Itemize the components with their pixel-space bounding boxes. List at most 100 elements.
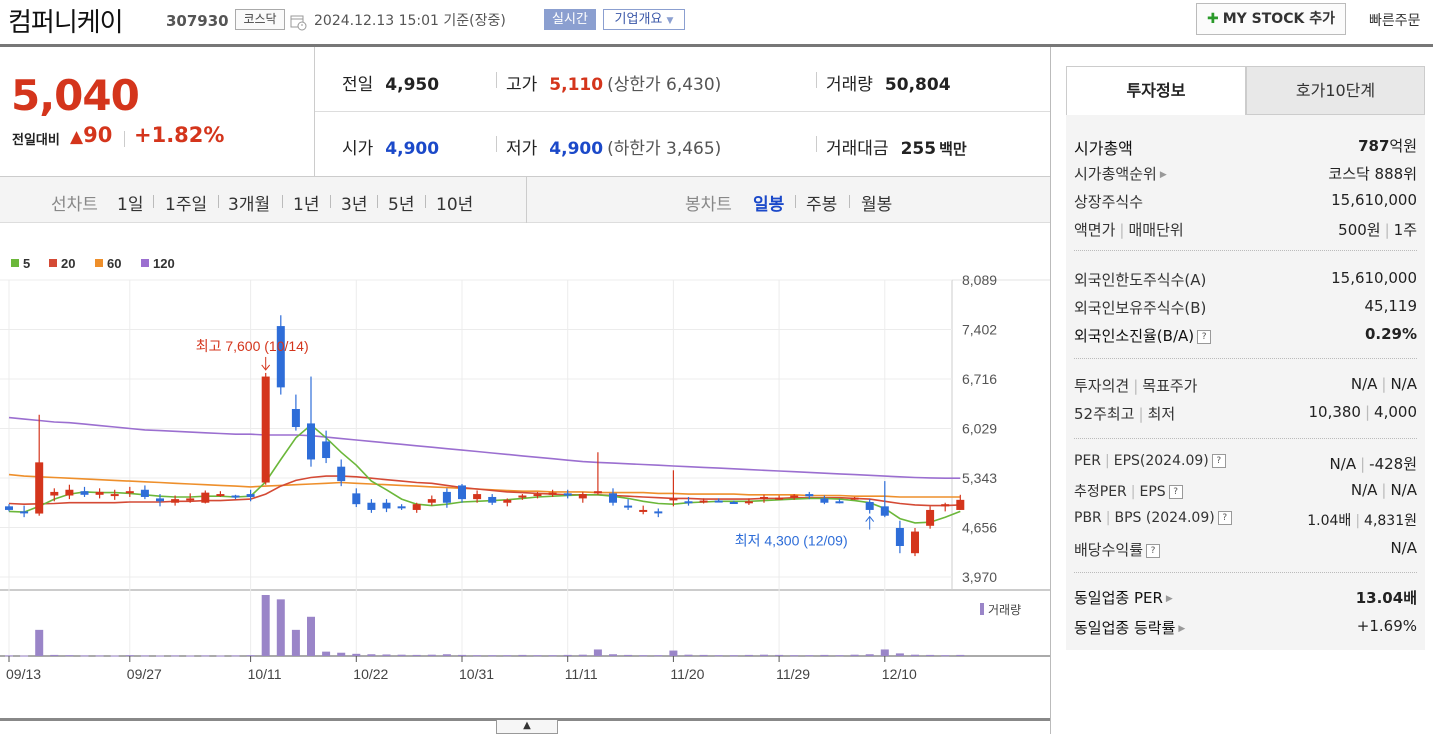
current-price: 5,040 [11, 71, 140, 120]
face-value-row: 액면가 | 매매단위 500원 | 1주 [1074, 221, 1417, 239]
candle-body [744, 501, 753, 504]
candle-body [307, 423, 315, 460]
tab-quote-10[interactable]: 호가10단계 [1246, 66, 1425, 115]
tab-period-5y[interactable]: 5년 [388, 190, 414, 215]
candle-body [412, 504, 421, 510]
legend-label: 60 [107, 256, 121, 271]
candle-body [714, 500, 723, 503]
y-tick-label: 7,402 [962, 322, 997, 338]
volume-bar [125, 655, 134, 657]
volume-bar [820, 654, 829, 656]
price-chart[interactable]: 5 20 60 120 거래량 8,089 7,402 6,716 6,029 5,343 4,… [0, 223, 1050, 718]
candle-body [125, 491, 134, 494]
high-annotation: 최고 7,600 (10/14) [196, 338, 309, 354]
tab-period-1w[interactable]: 1주일 [165, 190, 207, 215]
x-tick-label: 10/11 [248, 666, 282, 682]
quick-order-link[interactable]: 빠른주문 [1369, 10, 1421, 30]
separator [314, 47, 315, 177]
separator [124, 131, 125, 147]
candle-body [593, 491, 602, 494]
tab-candle-daily[interactable]: 일봉 [753, 190, 784, 215]
volume-bar [850, 654, 859, 656]
volume-bar [140, 655, 149, 657]
candle-body [382, 502, 391, 509]
trade-amount: 거래대금 255 백만 [826, 139, 967, 159]
candle-body [624, 505, 633, 508]
candle-body [276, 326, 285, 388]
tab-period-3m[interactable]: 3개월 [228, 190, 270, 215]
candle-body [110, 494, 119, 497]
up-triangle-icon: ▲ [70, 127, 84, 147]
candle-body [503, 499, 512, 503]
add-mystock-button[interactable]: ✚ MY STOCK 추가 [1196, 3, 1346, 35]
candle-body [865, 502, 874, 510]
candle-body [201, 492, 210, 503]
candle-body [442, 491, 451, 503]
volume-legend-label: 거래량 [988, 603, 1021, 617]
tab-candle-weekly[interactable]: 주봉 [806, 190, 837, 215]
foreign-rate-row: 외국인소진율(B/A)? 0.29% [1074, 325, 1417, 345]
volume-bar [171, 655, 180, 657]
help-icon[interactable]: ? [1168, 485, 1183, 499]
volume-bar [790, 655, 799, 657]
candle-body [171, 499, 180, 503]
x-tick-label: 11/29 [776, 666, 810, 682]
candle-body [5, 506, 13, 510]
candle-body [609, 493, 617, 503]
help-icon[interactable]: ? [1211, 454, 1226, 468]
change-label: 전일대비 [12, 133, 60, 148]
company-overview-dropdown[interactable]: 기업개요 ▼ [603, 9, 685, 30]
candle-body [458, 485, 466, 500]
volume-bar [639, 655, 648, 657]
candle-body [186, 498, 195, 501]
volume-bar [246, 655, 255, 657]
candle-body [880, 506, 889, 516]
tab-investment-info[interactable]: 투자정보 [1066, 66, 1246, 115]
tab-candle-monthly[interactable]: 월봉 [861, 190, 892, 215]
help-icon[interactable]: ? [1146, 543, 1161, 558]
help-icon[interactable]: ? [1197, 329, 1212, 344]
candle-body [20, 511, 29, 514]
candle-body [563, 493, 572, 496]
prev-close: 전일 4,950 [342, 75, 440, 95]
tab-period-3y[interactable]: 3년 [341, 190, 367, 215]
caret-right-icon: ▶ [1165, 593, 1173, 604]
help-icon[interactable]: ? [1217, 511, 1232, 525]
chart-legend: 5 20 60 120 [11, 256, 175, 271]
x-tick-label: 12/10 [882, 666, 917, 682]
volume-bar [744, 654, 753, 656]
volume-bar [156, 655, 164, 657]
chevron-up-icon: ▲ [523, 720, 531, 731]
volume-bar [805, 655, 814, 657]
y-tick-label: 3,970 [962, 569, 997, 585]
collapse-toggle-button[interactable]: ▲ [496, 720, 558, 734]
candle-body [775, 497, 784, 500]
volume-bar [442, 654, 451, 656]
candle-body [291, 408, 300, 428]
candle-body [35, 462, 44, 514]
candle-body [246, 494, 255, 497]
candle-body [760, 496, 768, 500]
calendar-clock-icon [290, 15, 307, 31]
volume-bar [397, 654, 406, 656]
candles [5, 315, 965, 557]
legend-swatch [95, 259, 103, 267]
y-axis-labels: 8,089 7,402 6,716 6,029 5,343 4,656 3,970 [962, 272, 997, 585]
volume-bar [65, 655, 74, 657]
candle-body [80, 491, 89, 495]
realtime-button[interactable]: 실시간 [544, 9, 596, 30]
volume-bar [578, 654, 587, 656]
candle-body [488, 496, 497, 503]
legend-label: 5 [23, 256, 30, 271]
candle-body [261, 376, 270, 483]
volume-bars: 거래량 [5, 595, 1021, 657]
company-overview-label: 기업개요 [614, 12, 663, 27]
tab-period-1y[interactable]: 1년 [293, 190, 319, 215]
tab-period-1d[interactable]: 1일 [117, 190, 143, 215]
candle-body [156, 498, 164, 502]
candle-body [835, 501, 844, 504]
tab-period-10y[interactable]: 10년 [436, 190, 473, 215]
volume-bar [473, 655, 482, 657]
day-low: 저가 4,900 (하한가 3,465) [506, 139, 722, 159]
candle-body [790, 495, 799, 498]
